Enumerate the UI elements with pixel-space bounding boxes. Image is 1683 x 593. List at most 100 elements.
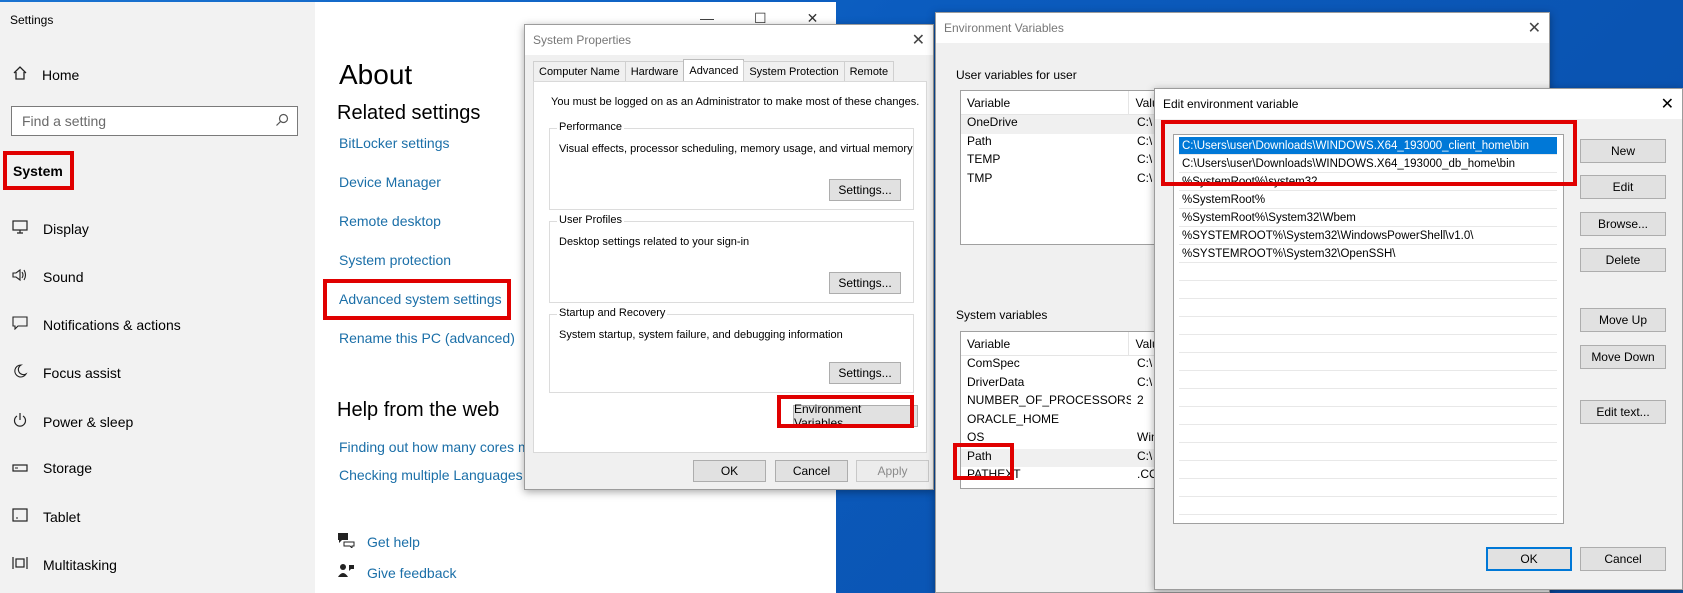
link-help-cores[interactable]: Finding out how many cores m	[339, 439, 530, 455]
list-item[interactable]	[1179, 497, 1557, 515]
list-item[interactable]: %SYSTEMROOT%\System32\WindowsPowerShell\…	[1179, 227, 1557, 245]
sidebar-item-label: Tablet	[43, 508, 81, 525]
user-profiles-group: User Profiles Desktop settings related t…	[549, 214, 914, 303]
sidebar-item-sound[interactable]: Sound	[11, 268, 83, 285]
feedback-icon	[337, 563, 355, 582]
new-button[interactable]: New	[1580, 139, 1666, 163]
apply-button[interactable]: Apply	[856, 460, 929, 482]
list-item[interactable]	[1179, 335, 1557, 353]
list-item[interactable]	[1179, 443, 1557, 461]
link-system-protection[interactable]: System protection	[339, 252, 451, 268]
performance-settings-button[interactable]: Settings...	[829, 179, 901, 201]
list-item[interactable]	[1179, 461, 1557, 479]
move-up-button[interactable]: Move Up	[1580, 308, 1666, 332]
tab-advanced[interactable]: Advanced	[683, 59, 745, 81]
startup-recovery-group: Startup and Recovery System startup, sys…	[549, 307, 914, 393]
close-icon[interactable]: ✕	[1528, 18, 1541, 38]
tablet-icon	[11, 508, 29, 525]
list-item[interactable]	[1179, 425, 1557, 443]
dialog-title-bar: System Properties	[525, 25, 933, 55]
browse-button[interactable]: Browse...	[1580, 212, 1666, 236]
list-item[interactable]	[1179, 389, 1557, 407]
list-item[interactable]	[1179, 281, 1557, 299]
list-item[interactable]	[1179, 299, 1557, 317]
tab-computer-name[interactable]: Computer Name	[533, 61, 626, 81]
ok-button[interactable]: OK	[693, 460, 766, 482]
get-help-icon	[337, 532, 355, 551]
delete-button[interactable]: Delete	[1580, 248, 1666, 272]
focus-assist-icon	[11, 364, 29, 381]
link-device-manager[interactable]: Device Manager	[339, 174, 441, 190]
highlight-new-path-entries	[1161, 120, 1577, 186]
sidebar-item-home[interactable]: Home	[12, 65, 79, 84]
group-description: Visual effects, processor scheduling, me…	[559, 143, 913, 155]
get-help-link[interactable]: Get help	[337, 532, 420, 551]
path-entries-list[interactable]: C:\Users\user\Downloads\WINDOWS.X64_1930…	[1173, 134, 1564, 524]
settings-sidebar: Settings Home Find a setting System Disp…	[0, 2, 315, 593]
link-remote-desktop[interactable]: Remote desktop	[339, 213, 441, 229]
list-item[interactable]	[1179, 407, 1557, 425]
dialog-title: System Properties	[533, 33, 632, 47]
link-bitlocker-settings[interactable]: BitLocker settings	[339, 135, 450, 151]
page-title: About	[339, 59, 413, 90]
move-down-button[interactable]: Move Down	[1580, 345, 1666, 369]
link-rename-pc[interactable]: Rename this PC (advanced)	[339, 330, 515, 346]
list-item[interactable]	[1179, 479, 1557, 497]
search-input[interactable]: Find a setting	[11, 106, 298, 136]
give-feedback-link[interactable]: Give feedback	[337, 563, 457, 582]
user-profiles-settings-button[interactable]: Settings...	[829, 272, 901, 294]
tab-hardware[interactable]: Hardware	[624, 61, 685, 81]
startup-recovery-settings-button[interactable]: Settings...	[829, 362, 901, 384]
sidebar-item-label: Focus assist	[43, 364, 121, 381]
multitasking-icon	[11, 556, 29, 573]
edit-button[interactable]: Edit	[1580, 175, 1666, 199]
sidebar-item-label: Home	[42, 66, 80, 83]
column-variable[interactable]: Variable	[961, 91, 1130, 114]
performance-group: Performance Visual effects, processor sc…	[549, 121, 914, 210]
column-variable[interactable]: Variable	[961, 332, 1130, 355]
ok-button[interactable]: OK	[1486, 547, 1572, 571]
list-item[interactable]: %SYSTEMROOT%\System32\OpenSSH\	[1179, 245, 1557, 263]
cancel-button[interactable]: Cancel	[1580, 547, 1666, 571]
sidebar-item-label: Notifications & actions	[43, 316, 181, 333]
cancel-button[interactable]: Cancel	[775, 460, 848, 482]
list-item[interactable]: %SystemRoot%\System32\Wbem	[1179, 209, 1557, 227]
group-description: Desktop settings related to your sign-in	[559, 236, 750, 248]
power-icon	[11, 412, 29, 431]
list-item[interactable]	[1179, 371, 1557, 389]
group-label: Performance	[557, 121, 624, 133]
tab-strip: Computer Name Hardware Advanced System P…	[533, 59, 895, 81]
give-feedback-label: Give feedback	[367, 564, 457, 581]
sidebar-item-focus-assist[interactable]: Focus assist	[11, 364, 121, 381]
sidebar-item-tablet[interactable]: Tablet	[11, 508, 80, 525]
link-help-languages[interactable]: Checking multiple Languages	[339, 467, 523, 483]
category-system[interactable]: System	[3, 151, 74, 190]
settings-title: Settings	[10, 13, 54, 27]
tab-system-protection[interactable]: System Protection	[743, 61, 845, 81]
list-item[interactable]	[1179, 353, 1557, 371]
highlight-environment-variables	[777, 395, 914, 428]
storage-icon	[11, 460, 29, 476]
sidebar-item-storage[interactable]: Storage	[11, 460, 92, 476]
edit-text-button[interactable]: Edit text...	[1580, 400, 1666, 424]
dialog-title: Edit environment variable	[1163, 97, 1299, 111]
dialog-title: Environment Variables	[944, 21, 1064, 35]
related-settings-heading: Related settings	[337, 102, 481, 124]
user-variables-label: User variables for user	[956, 68, 1077, 82]
highlight-path-variable	[953, 443, 1014, 480]
search-placeholder: Find a setting	[22, 113, 107, 129]
list-item[interactable]	[1179, 317, 1557, 335]
sidebar-item-notifications[interactable]: Notifications & actions	[11, 316, 181, 333]
list-item[interactable]	[1179, 263, 1557, 281]
sidebar-item-display[interactable]: Display	[11, 220, 89, 237]
group-label: User Profiles	[557, 214, 624, 226]
sidebar-item-label: Power & sleep	[43, 413, 134, 430]
list-item[interactable]: %SystemRoot%	[1179, 191, 1557, 209]
help-heading: Help from the web	[337, 399, 500, 421]
close-icon[interactable]: ✕	[1661, 94, 1674, 114]
sidebar-item-label: Sound	[43, 268, 84, 285]
sidebar-item-multitasking[interactable]: Multitasking	[11, 556, 117, 573]
close-icon[interactable]: ✕	[912, 30, 925, 50]
tab-remote[interactable]: Remote	[843, 61, 895, 81]
sidebar-item-power[interactable]: Power & sleep	[11, 412, 133, 431]
